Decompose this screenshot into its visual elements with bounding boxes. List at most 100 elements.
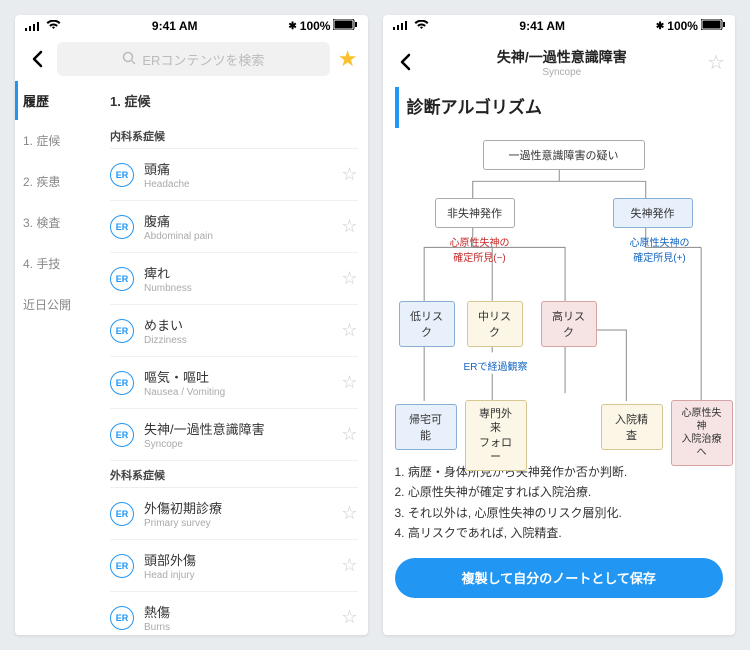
item-label-en: Numbness: [144, 283, 331, 294]
bluetooth-icon: ✱: [288, 21, 296, 32]
node-suspect: 一過性意識障害の疑い: [483, 140, 645, 170]
item-text: 痺れNumbness: [144, 263, 331, 294]
list-item[interactable]: ER 頭部外傷Head injury ☆: [110, 540, 358, 592]
subsection-external: 外科系症候: [110, 461, 358, 488]
er-badge-icon: ER: [110, 502, 134, 526]
sidebar-tab-4[interactable]: 4. 手技: [15, 243, 100, 284]
item-label-en: Primary survey: [144, 518, 331, 529]
battery-icon: [333, 19, 357, 33]
item-text: めまいDizziness: [144, 315, 331, 346]
item-label-jp: 頭痛: [144, 159, 331, 178]
content-list[interactable]: 1. 症候 内科系症候 ER頭痛Headache☆ER腹痛Abdominal p…: [100, 81, 368, 635]
star-outline-icon[interactable]: ☆: [341, 164, 357, 185]
list-item[interactable]: ER腹痛Abdominal pain☆: [110, 201, 358, 253]
list-item[interactable]: ER 頭痛Headache ☆: [110, 149, 358, 201]
er-badge-icon: ER: [110, 371, 134, 395]
item-label-jp: めまい: [144, 315, 331, 334]
status-bar: 9:41 AM ✱ 100%: [15, 15, 368, 37]
algorithm-notes: 1. 病歴・身体所見から失神発作か否か判断. 2. 心原性失神が確定すれば入院治…: [395, 462, 724, 544]
node-mid: 中リスク: [467, 301, 523, 347]
sidebar-tab-2[interactable]: 2. 疾患: [15, 161, 100, 202]
battery-text: 100%: [667, 19, 698, 33]
star-outline-icon[interactable]: ☆: [341, 503, 357, 524]
sidebar-tab-1[interactable]: 1. 症候: [15, 120, 100, 161]
item-text: 外傷初期診療Primary survey: [144, 498, 331, 529]
node-low: 低リスク: [399, 301, 455, 347]
phone-right: 9:41 AM ✱ 100% 失神/一過性意識障害 Syncope ☆ 診断アル…: [383, 15, 736, 635]
star-outline-icon[interactable]: ☆: [341, 320, 357, 341]
item-label-en: Nausea / Vomiting: [144, 387, 331, 398]
list-item[interactable]: ER 熱傷Burns ☆: [110, 592, 358, 635]
sidebar-tab-3[interactable]: 3. 検査: [15, 202, 100, 243]
subsection-internal: 内科系症候: [110, 122, 358, 149]
item-label-en: Headache: [144, 179, 331, 190]
list-item[interactable]: ER 外傷初期診療Primary survey ☆: [110, 488, 358, 540]
node-nonsyncope: 非失神発作: [435, 198, 515, 228]
back-button[interactable]: [393, 50, 417, 74]
star-outline-icon[interactable]: ☆: [341, 372, 357, 393]
section-title: 1. 症候: [110, 81, 358, 122]
back-button[interactable]: [25, 47, 49, 71]
header-left: ERコンテンツを検索 ★: [15, 37, 368, 81]
list-item[interactable]: ER 嘔気・嘔吐Nausea / Vomiting ☆: [110, 357, 358, 409]
label-erfollow: ERで経過観察: [451, 358, 541, 373]
copy-to-note-button[interactable]: 複製して自分のノートとして保存: [395, 558, 724, 598]
item-label-en: Head injury: [144, 570, 331, 581]
favorites-star-icon[interactable]: ★: [338, 46, 358, 72]
node-syncope: 失神発作: [613, 198, 693, 228]
item-text: 頭部外傷Head injury: [144, 550, 331, 581]
search-icon: [122, 51, 136, 68]
favorite-toggle-icon[interactable]: ☆: [707, 50, 725, 75]
item-label-jp: 嘔気・嘔吐: [144, 367, 331, 386]
star-outline-icon[interactable]: ☆: [341, 268, 357, 289]
phone-left: 9:41 AM ✱ 100% ERコンテンツを検索 ★ 履歴 1. 症候 2. …: [15, 15, 368, 635]
star-outline-icon[interactable]: ☆: [341, 607, 357, 628]
item-label-jp: 痺れ: [144, 263, 331, 282]
note-4: 4. 高リスクであれば, 入院精査.: [395, 523, 724, 543]
algorithm-diagram: 一過性意識障害の疑い 非失神発作 失神発作 心原性失神の 確定所見(−) 心原性…: [395, 136, 724, 456]
item-text: 熱傷Burns: [144, 602, 331, 633]
item-text: 嘔気・嘔吐Nausea / Vomiting: [144, 367, 331, 398]
wifi-icon: [414, 19, 429, 33]
er-badge-icon: ER: [110, 215, 134, 239]
list-item[interactable]: ER めまいDizziness ☆: [110, 305, 358, 357]
item-label-jp: 頭部外傷: [144, 550, 331, 569]
item-label-jp: 外傷初期診療: [144, 498, 331, 517]
item-text: 頭痛Headache: [144, 159, 331, 190]
status-bar: 9:41 AM ✱ 100%: [383, 15, 736, 37]
article-body[interactable]: 診断アルゴリズム 一過性意識障害の疑い 非失神発作 失神発作: [383, 87, 736, 635]
wifi-icon: [46, 19, 61, 33]
er-badge-icon: ER: [110, 163, 134, 187]
note-3: 3. それ以外は, 心原性失神のリスク層別化.: [395, 503, 724, 523]
node-admit: 入院精査: [601, 404, 663, 450]
clock: 9:41 AM: [152, 19, 198, 33]
er-badge-icon: ER: [110, 319, 134, 343]
er-badge-icon: ER: [110, 606, 134, 630]
sidebar-tab-5[interactable]: 近日公開: [15, 284, 100, 325]
algorithm-title: 診断アルゴリズム: [395, 87, 724, 128]
list-item[interactable]: ER痺れNumbness☆: [110, 253, 358, 305]
signal-icon: [393, 19, 411, 33]
item-label-jp: 熱傷: [144, 602, 331, 621]
item-label-en: Abdominal pain: [144, 231, 331, 242]
item-label-en: Burns: [144, 622, 331, 633]
sidebar-tab-history[interactable]: 履歴: [15, 81, 100, 120]
er-badge-icon: ER: [110, 423, 134, 447]
item-label-en: Dizziness: [144, 335, 331, 346]
node-gohome: 帰宅可能: [395, 404, 457, 450]
page-title: 失神/一過性意識障害 Syncope: [417, 47, 708, 78]
star-outline-icon[interactable]: ☆: [341, 555, 357, 576]
search-placeholder: ERコンテンツを検索: [142, 50, 264, 69]
star-outline-icon[interactable]: ☆: [341, 424, 357, 445]
label-negative: 心原性失神の 確定所見(−): [435, 234, 525, 264]
item-text: 失神/一過性意識障害Syncope: [144, 419, 331, 450]
er-badge-icon: ER: [110, 554, 134, 578]
star-outline-icon[interactable]: ☆: [341, 216, 357, 237]
list-item[interactable]: ER 失神/一過性意識障害Syncope ☆: [110, 409, 358, 461]
search-input[interactable]: ERコンテンツを検索: [57, 42, 330, 76]
note-2: 2. 心原性失神が確定すれば入院治療.: [395, 482, 724, 502]
item-label-en: Syncope: [144, 439, 331, 450]
header-right: 失神/一過性意識障害 Syncope ☆: [383, 37, 736, 87]
title-jp: 失神/一過性意識障害: [417, 47, 708, 67]
signal-icon: [25, 21, 43, 31]
